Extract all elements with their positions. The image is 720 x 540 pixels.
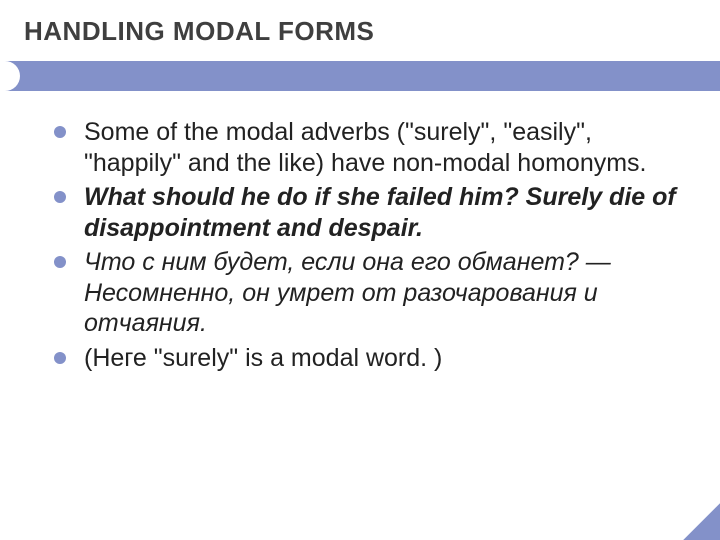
slide-title: HANDLING MODAL FORMS <box>24 16 696 47</box>
bullet-list: Some of the modal adverbs ("surely", "ea… <box>54 117 680 373</box>
corner-accent <box>668 488 720 540</box>
accent-bar <box>0 61 720 91</box>
list-item: Some of the modal adverbs ("surely", "ea… <box>54 117 680 178</box>
slide: HANDLING MODAL FORMS Some of the modal a… <box>0 0 720 540</box>
bullet-text: Что с ним будет, если она его обманет? —… <box>84 248 611 337</box>
bullet-text: Some of the modal adverbs ("surely", "ea… <box>84 118 647 177</box>
list-item: What should he do if she failed him? Sur… <box>54 182 680 243</box>
list-item: Что с ним будет, если она его обманет? —… <box>54 247 680 339</box>
slide-content: Some of the modal adverbs ("surely", "ea… <box>0 91 720 373</box>
bullet-text: What should he do if she failed him? Sur… <box>84 183 676 242</box>
bullet-text: (Неге "surely" is a modal word. ) <box>84 344 442 372</box>
slide-header: HANDLING MODAL FORMS <box>0 0 720 47</box>
list-item: (Неге "surely" is a modal word. ) <box>54 343 680 374</box>
